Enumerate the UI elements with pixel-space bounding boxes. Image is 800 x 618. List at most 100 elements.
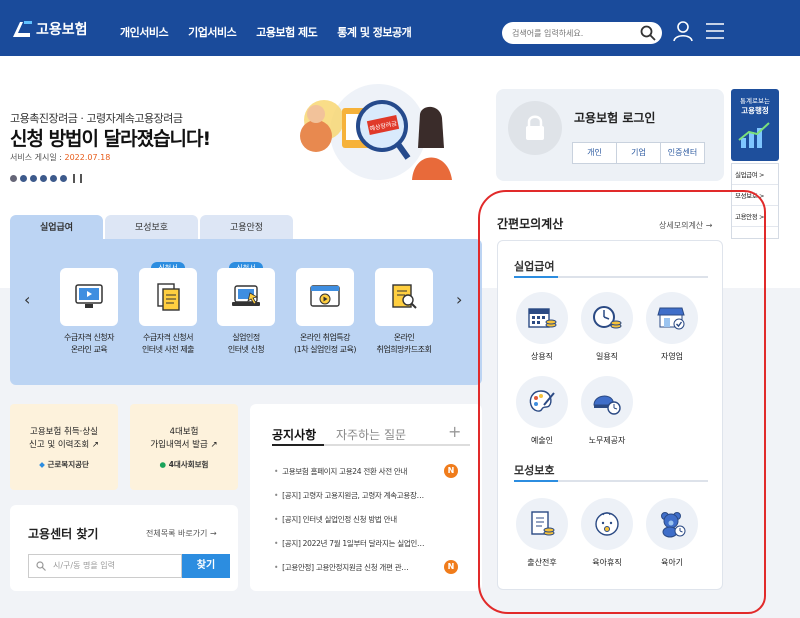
certificate-center-button[interactable]: 인증센터 xyxy=(660,142,705,164)
banner-title[interactable]: 신청 방법이 달라졌습니다! xyxy=(10,124,211,151)
new-badge: N xyxy=(444,464,458,478)
new-badge: N xyxy=(444,560,458,574)
stats-line: 고용행정 xyxy=(741,106,769,115)
service-label: 인터넷 신청 xyxy=(227,345,265,354)
banner-date-label: 서비스 게시일 : xyxy=(10,153,62,162)
pagination-dot[interactable] xyxy=(10,175,17,182)
quick-link-unemployment[interactable]: 실업급여 > xyxy=(732,164,778,185)
pagination-dot[interactable] xyxy=(40,175,47,182)
quick-card-line: 4대보험 xyxy=(169,427,199,437)
nav-business[interactable]: 기업서비스 xyxy=(188,24,237,40)
banner-pagination[interactable] xyxy=(10,174,82,183)
stats-line: 통계로보는 xyxy=(740,97,770,105)
center-finder-title: 고용센터 찾기 xyxy=(28,527,99,541)
search-box xyxy=(502,22,662,44)
org-logo: ● 4대사회보험 xyxy=(130,458,238,471)
next-arrow-icon[interactable]: › xyxy=(456,290,462,309)
card-search-icon xyxy=(375,268,433,326)
search-input[interactable] xyxy=(512,25,632,41)
service-label: 온라인 교육 xyxy=(70,345,108,354)
pagination-dot[interactable] xyxy=(50,175,57,182)
prev-arrow-icon[interactable]: ‹ xyxy=(24,290,30,309)
tab-notices[interactable]: 공지사항 xyxy=(272,426,316,443)
tab-employment-stability[interactable]: 고용안정 xyxy=(200,215,293,239)
pagination-dot[interactable] xyxy=(30,175,37,182)
service-label: 실업인정 xyxy=(232,333,260,342)
quick-card-line: 신고 및 이력조회 xyxy=(29,440,90,450)
tab-faq[interactable]: 자주하는 질문 xyxy=(336,426,406,443)
quick-card-enrollment-certificate[interactable]: 4대보험 가입내역서 발급 ↗ ● 4대사회보험 xyxy=(130,404,238,490)
banner-illustration: 예상장려금 xyxy=(300,84,452,180)
service-label: 온라인 취업특강 xyxy=(299,333,351,342)
quick-card-insurance-history[interactable]: 고용보험 취득·상실 신고 및 이력조회 ↗ ◆ 근로복지공단 xyxy=(10,404,118,490)
org-name: 근로복지공단 xyxy=(47,460,89,469)
service-label: 수급자격 신청자 xyxy=(63,333,115,342)
service-unemployment-recognition[interactable]: 실업인정인터넷 신청 xyxy=(207,268,285,356)
stats-banner[interactable]: 통계로보는 고용행정 xyxy=(731,89,779,161)
quick-card-line: 가입내역서 발급 xyxy=(150,440,208,450)
external-link-icon: ↗ xyxy=(91,440,99,450)
pause-icon[interactable] xyxy=(73,174,75,183)
login-personal-button[interactable]: 개인 xyxy=(572,142,617,164)
pause-icon[interactable] xyxy=(80,174,82,183)
banner-date: 서비스 게시일 : 2022.07.18 xyxy=(10,152,110,163)
site-logo[interactable]: 고용보험 xyxy=(10,19,88,39)
main-nav: 개인서비스 기업서비스 고용보험 제도 통계 및 정보공개 xyxy=(120,24,412,40)
service-online-lecture[interactable]: 온라인 취업특강 (1차 실업인정 교육) xyxy=(286,268,364,356)
center-finder: 고용센터 찾기 전체목록 바로가기 → 시/구/동 명을 입력 찾기 xyxy=(10,505,238,591)
user-icon[interactable] xyxy=(672,20,694,42)
notice-item[interactable]: [공지] 2022년 7월 1일부터 달라지는 실업인… xyxy=(274,538,464,549)
service-online-education[interactable]: 수급자격 신청자온라인 교육 xyxy=(50,268,128,356)
service-label: 온라인 xyxy=(393,333,415,342)
banner-date-value: 2022.07.18 xyxy=(64,153,111,162)
tab-maternity[interactable]: 모성보호 xyxy=(105,215,198,239)
search-icon xyxy=(36,561,46,571)
notice-board: 공지사항 자주하는 질문 + 고용보험 홈페이지 고용24 전환 사전 안내 N… xyxy=(250,404,482,591)
login-box: 고용보험 로그인 개인 기업 인증센터 xyxy=(496,89,724,181)
service-label: 인터넷 사전 제출 xyxy=(141,345,195,354)
nav-system[interactable]: 고용보험 제도 xyxy=(256,24,318,40)
browser-icon xyxy=(296,268,354,326)
service-tabs: 실업급여 모성보호 고용안정 xyxy=(10,215,293,239)
monitor-icon xyxy=(60,268,118,326)
tab-underline xyxy=(272,444,470,446)
more-plus-icon[interactable]: + xyxy=(448,422,461,441)
org-logo-icon: ◆ xyxy=(39,460,45,469)
pagination-dot[interactable] xyxy=(60,175,67,182)
chart-up-icon xyxy=(738,122,770,148)
logo-mark-icon xyxy=(13,21,32,37)
menu-icon[interactable] xyxy=(706,23,724,39)
login-title: 고용보험 로그인 xyxy=(574,111,656,125)
service-label: 수급자격 신청서 xyxy=(142,333,194,342)
org-logo-icon: ● xyxy=(159,460,167,469)
org-name: 4대사회보험 xyxy=(168,460,209,469)
notice-item[interactable]: [고용안정] 고용안정지원금 신청 개편 관… xyxy=(274,562,464,573)
service-label: (1차 실업인정 교육) xyxy=(294,345,356,354)
tab-unemployment[interactable]: 실업급여 xyxy=(10,215,103,239)
login-buttons: 개인 기업 인증센터 xyxy=(572,142,705,164)
top-header: 고용보험 개인서비스 기업서비스 고용보험 제도 통계 및 정보공개 xyxy=(0,0,800,56)
nav-personal[interactable]: 개인서비스 xyxy=(120,24,169,40)
notice-item[interactable]: [공지] 고령자 고용지원금, 고령자 계속고용장… xyxy=(274,490,464,501)
document-icon xyxy=(139,268,197,326)
pagination-dot[interactable] xyxy=(20,175,27,182)
laptop-icon xyxy=(217,268,275,326)
annotation-highlight xyxy=(478,190,766,614)
search-icon[interactable] xyxy=(640,25,656,41)
center-search-input[interactable]: 시/구/동 명을 입력 xyxy=(28,554,182,578)
login-business-button[interactable]: 기업 xyxy=(616,142,661,164)
arrow-right-icon: → xyxy=(209,529,217,538)
service-pre-submission[interactable]: 수급자격 신청서인터넷 사전 제출 xyxy=(129,268,207,356)
nav-statistics[interactable]: 통계 및 정보공개 xyxy=(337,24,412,40)
service-job-card-lookup[interactable]: 온라인취업희망카드조회 xyxy=(365,268,443,356)
logo-text: 고용보험 xyxy=(36,22,88,38)
notice-item[interactable]: 고용보험 홈페이지 고용24 전환 사전 안내 xyxy=(274,466,464,477)
org-logo: ◆ 근로복지공단 xyxy=(10,458,118,471)
view-all-link[interactable]: 전체목록 바로가기 → xyxy=(146,528,217,539)
notice-item[interactable]: [공지] 인터넷 실업인정 신청 방법 안내 xyxy=(274,514,464,525)
service-label: 취업희망카드조회 xyxy=(376,345,432,354)
external-link-icon: ↗ xyxy=(210,440,218,450)
lock-icon xyxy=(508,101,562,155)
find-button[interactable]: 찾기 xyxy=(182,554,230,578)
view-all-label: 전체목록 바로가기 xyxy=(146,529,208,538)
